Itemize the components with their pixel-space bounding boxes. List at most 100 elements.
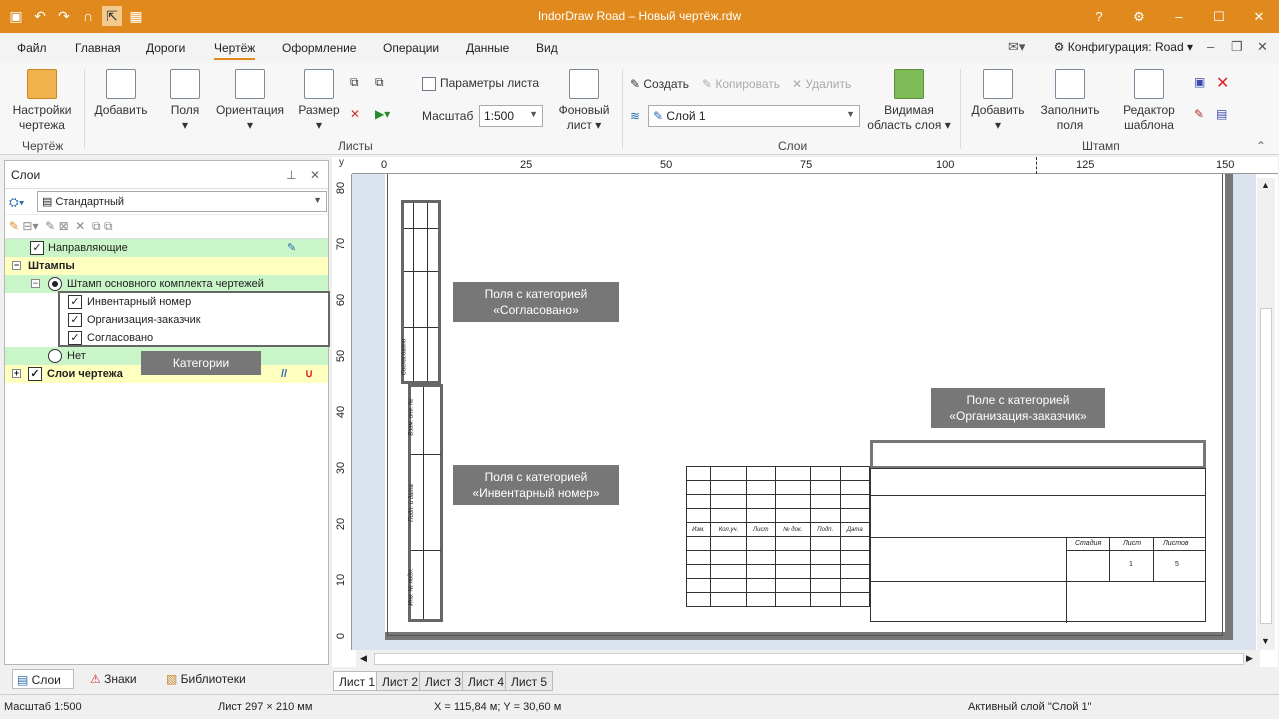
- checkbox-checked-icon[interactable]: ✓: [30, 241, 44, 255]
- tab-signs[interactable]: ⚠ Знаки: [90, 669, 137, 689]
- add-stamp-button[interactable]: Добавить ▾: [968, 69, 1028, 133]
- copy-sheet-icon[interactable]: ⧉: [350, 75, 359, 90]
- visible-area-button[interactable]: Видимая область слоя ▾: [866, 69, 952, 133]
- pencil-icon: ✎: [653, 109, 667, 123]
- divider: [404, 228, 438, 229]
- ruler-tick: 75: [800, 159, 813, 171]
- move-layer-icon[interactable]: ✎: [45, 219, 55, 233]
- collapse-icon[interactable]: −: [31, 279, 40, 288]
- menu-home[interactable]: Главная: [75, 41, 121, 55]
- ribbon-minimize-icon[interactable]: –: [1207, 39, 1214, 54]
- tab-libraries[interactable]: ▧ Библиотеки: [166, 669, 246, 689]
- divider: [413, 203, 414, 381]
- tab-sheet-4[interactable]: Лист 4: [462, 671, 511, 691]
- play-icon[interactable]: ▶▾: [375, 107, 390, 121]
- close-panel-icon[interactable]: ✕: [310, 168, 320, 182]
- background-sheet-label: Фоновый лист: [558, 103, 610, 132]
- paste-sheet-icon[interactable]: ⧉: [375, 75, 384, 90]
- checkbox-checked-icon[interactable]: ✓: [28, 367, 42, 381]
- stamp-table-icon[interactable]: ▤: [1216, 107, 1227, 121]
- delete-layer-icon: ✕: [792, 77, 806, 91]
- close-button[interactable]: ✕: [1239, 0, 1279, 33]
- fill-fields-button[interactable]: Заполнить поля: [1036, 69, 1104, 133]
- orientation-icon: [235, 69, 265, 99]
- scroll-thumb[interactable]: [1260, 308, 1272, 624]
- paste-layer-icon[interactable]: ⧉: [104, 219, 113, 233]
- fields-button[interactable]: Поля ▾: [162, 69, 208, 133]
- radio-empty-icon[interactable]: [48, 349, 62, 363]
- delete-stamp-icon[interactable]: ✕: [1216, 73, 1229, 93]
- configuration-selector[interactable]: ⚙ Конфигурация: Road ▾: [1054, 40, 1193, 54]
- layer-row-guides[interactable]: ✓ Направляющие ✎: [5, 239, 328, 257]
- scroll-right-icon[interactable]: ▶: [1246, 653, 1253, 664]
- tab-sheet-1[interactable]: Лист 1: [333, 671, 382, 691]
- settings-icon[interactable]: ⚙: [1119, 0, 1159, 33]
- sheet-params-button[interactable]: Параметры листа: [422, 76, 539, 91]
- create-layer-button[interactable]: ✎ Создать: [630, 77, 689, 91]
- stamp-header-cell: Изм.: [685, 522, 712, 537]
- layer-row-stamps[interactable]: − Штампы: [5, 257, 328, 275]
- remove-layer-icon[interactable]: ✕: [75, 219, 85, 233]
- drawing-sheet[interactable]: Согласовано Взам. инв. № Подп. и дата Ин…: [385, 174, 1233, 640]
- new-layer-icon[interactable]: ✎: [9, 219, 19, 233]
- tab-layers[interactable]: ▤ Слои: [12, 669, 74, 689]
- library-icon: ▧: [166, 672, 181, 686]
- maximize-button[interactable]: ☐: [1199, 0, 1239, 33]
- preset-select[interactable]: ▤ Стандартный ▼: [37, 191, 327, 212]
- vertical-scrollbar[interactable]: ▲ ▼: [1257, 178, 1275, 650]
- collapse-ribbon-icon[interactable]: ⌃: [1256, 139, 1266, 153]
- drawing-settings-button[interactable]: Настройки чертежа: [8, 69, 76, 133]
- layer-options-icon[interactable]: ⊟▾: [22, 219, 38, 233]
- pin-icon[interactable]: ⊥: [286, 168, 296, 182]
- mail-icon[interactable]: ✉▾: [1008, 39, 1025, 55]
- menu-design[interactable]: Оформление: [282, 41, 356, 55]
- scroll-left-icon[interactable]: ◀: [360, 653, 367, 664]
- tab-sheet-5[interactable]: Лист 5: [505, 671, 554, 691]
- template-editor-button[interactable]: Редактор шаблона: [1114, 69, 1184, 133]
- menu-operations[interactable]: Операции: [383, 41, 439, 55]
- menu-file[interactable]: Файл: [17, 41, 47, 55]
- delete-sheet-icon[interactable]: ✕: [350, 107, 360, 121]
- layer-select[interactable]: ✎ Слой 1 ▼: [648, 105, 860, 127]
- ribbon-restore-icon[interactable]: ❐: [1231, 39, 1243, 55]
- radio-selected-icon[interactable]: [48, 277, 62, 291]
- drawing-settings-icon: [27, 69, 57, 99]
- customer-field-highlight: [870, 440, 1206, 469]
- scale-label: Масштаб: [422, 109, 474, 123]
- layer-label: Нет: [67, 350, 86, 362]
- ruler-tick: 80: [335, 181, 348, 195]
- menu-data[interactable]: Данные: [466, 41, 509, 55]
- help-icon[interactable]: ?: [1079, 0, 1119, 33]
- ribbon: Настройки чертежа Чертёж Добавить Поля ▾ …: [0, 63, 1279, 155]
- tab-sheet-2[interactable]: Лист 2: [376, 671, 425, 691]
- copy-layer-button[interactable]: ✎ Копировать: [702, 77, 780, 91]
- ribbon-close-icon[interactable]: ✕: [1257, 39, 1268, 55]
- tab-sheet-3[interactable]: Лист 3: [419, 671, 468, 691]
- stamp-tool-icon[interactable]: ✎: [1194, 107, 1204, 121]
- expand-icon[interactable]: +: [12, 369, 21, 378]
- add-sheet-button[interactable]: Добавить: [92, 69, 150, 118]
- scroll-down-icon[interactable]: ▼: [1261, 636, 1270, 646]
- ruler-tick: 60: [335, 293, 348, 307]
- menu-roads[interactable]: Дороги: [146, 41, 185, 55]
- size-button[interactable]: Размер ▾: [294, 69, 344, 133]
- minimize-button[interactable]: –: [1159, 0, 1199, 33]
- horizontal-scrollbar[interactable]: ◀ ▶: [356, 650, 1260, 668]
- delete-layer-button[interactable]: ✕ Удалить: [792, 77, 851, 91]
- menu-bar: Файл Главная Дороги Чертёж Оформление Оп…: [0, 33, 1279, 63]
- background-sheet-button[interactable]: Фоновый лист ▾: [556, 69, 612, 133]
- scale-select[interactable]: 1:500 ▼: [479, 105, 543, 127]
- menu-drawing[interactable]: Чертёж: [214, 41, 256, 60]
- orientation-button[interactable]: Ориентация ▾: [214, 69, 286, 133]
- scroll-up-icon[interactable]: ▲: [1261, 180, 1270, 190]
- collapse-icon[interactable]: −: [12, 261, 21, 270]
- preset-menu-icon[interactable]: ⛭▾: [9, 195, 24, 210]
- merge-layer-icon[interactable]: ⊠: [59, 219, 69, 233]
- copy-layer-icon[interactable]: ⧉: [92, 219, 101, 233]
- separator: [622, 69, 623, 149]
- menu-view[interactable]: Вид: [536, 41, 558, 55]
- layers-toolbar: ✎ ⊟▾ ✎ ⊠ ✕ ⧉ ⧉: [5, 215, 328, 239]
- save-stamp-icon[interactable]: ▣: [1194, 75, 1205, 89]
- stamp-title-block: Стадия Лист Листов 1 5: [870, 468, 1206, 623]
- scroll-thumb[interactable]: [374, 653, 1244, 665]
